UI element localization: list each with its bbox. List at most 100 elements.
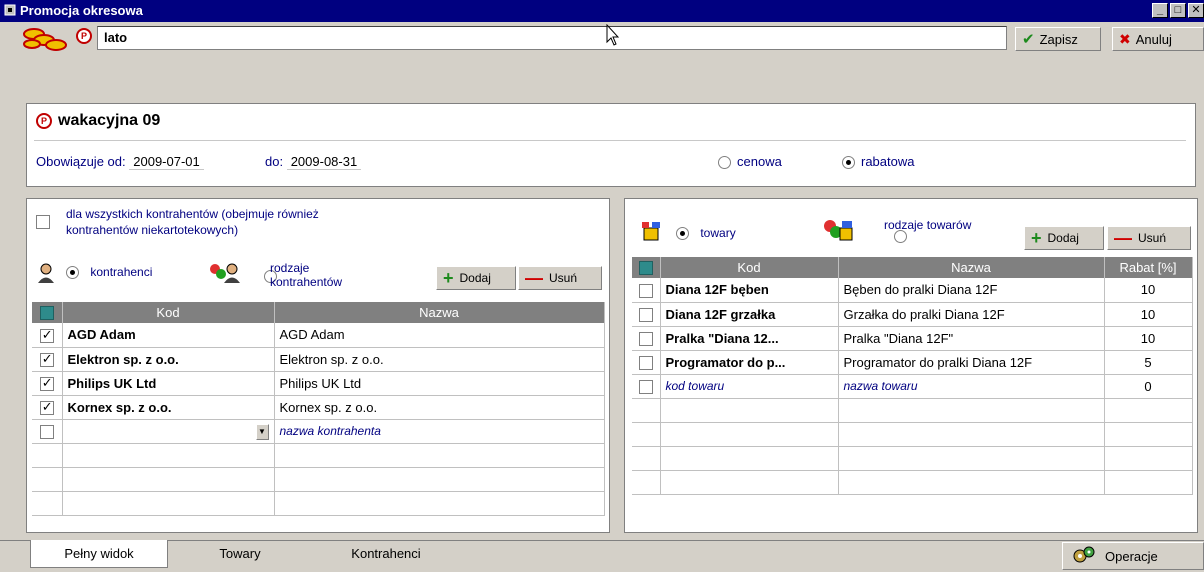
contractor-code: Kornex sp. z o.o. <box>62 395 275 420</box>
promotion-name-input[interactable]: lato <box>97 26 1007 50</box>
product-name-placeholder[interactable]: nazwa towaru <box>838 374 1105 399</box>
radio-discount[interactable]: rabatowa <box>842 154 914 170</box>
app-icon <box>4 4 16 16</box>
product-discount[interactable]: 10 <box>1104 326 1193 351</box>
product-discount[interactable]: 5 <box>1104 350 1193 375</box>
select-all-cell <box>32 302 63 323</box>
contractor-name: Elektron sp. z o.o. <box>274 347 605 372</box>
promotion-title: P wakacyjna 09 <box>36 112 160 130</box>
maximize-button[interactable]: □ <box>1170 3 1186 18</box>
contractor-code: Philips UK Ltd <box>62 371 275 396</box>
valid-to-field[interactable]: 2009-08-31 <box>286 154 362 170</box>
minimize-button[interactable]: _ <box>1152 3 1168 18</box>
operations-label: Operacje <box>1105 548 1158 564</box>
new-product-row[interactable]: kod towaru nazwa towaru 0 <box>632 374 1193 399</box>
radio-discount-circle[interactable] <box>842 156 855 170</box>
radio-goods[interactable]: towary <box>676 226 736 241</box>
save-button[interactable]: ✔ Zapisz <box>1015 27 1101 51</box>
row-checkbox[interactable] <box>39 399 54 415</box>
coins-icon <box>23 28 67 51</box>
product-discount-input[interactable]: 0 <box>1104 374 1193 399</box>
column-header-name[interactable]: Nazwa <box>838 257 1105 278</box>
product-discount[interactable]: 10 <box>1104 302 1193 327</box>
minus-icon: — <box>1114 228 1132 248</box>
radio-goods-circle[interactable] <box>676 227 689 241</box>
product-name: Bęben do pralki Diana 12F <box>838 278 1105 303</box>
contractor-code-combo[interactable]: ▼ <box>62 419 275 444</box>
row-checkbox[interactable] <box>638 331 653 346</box>
remove-contractor-button[interactable]: — Usuń <box>518 266 602 290</box>
product-name: Pralka "Diana 12F" <box>838 326 1105 351</box>
radio-price[interactable]: cenowa <box>718 154 782 170</box>
table-row[interactable]: Elektron sp. z o.o. Elektron sp. z o.o. <box>32 347 605 372</box>
add-product-button[interactable]: + Dodaj <box>1024 226 1104 250</box>
contractor-name-placeholder[interactable]: nazwa kontrahenta <box>274 419 605 444</box>
table-row[interactable]: Diana 12F bęben Bęben do pralki Diana 12… <box>632 278 1193 303</box>
promo-badge-icon: P <box>76 28 92 44</box>
row-checkbox[interactable] <box>638 283 653 298</box>
column-header-discount[interactable]: Rabat [%] <box>1104 257 1193 278</box>
contractor-types-icon <box>210 263 240 283</box>
tab-contractors-label: Kontrahenci <box>351 546 421 561</box>
row-checkbox[interactable] <box>39 375 54 391</box>
title-bar: Promocja okresowa _ □ ✕ <box>0 0 1204 22</box>
gears-icon <box>1073 546 1095 563</box>
plus-icon: + <box>1031 228 1042 248</box>
promo-badge-icon: P <box>36 113 52 129</box>
empty-row <box>632 446 1193 471</box>
row-checkbox[interactable] <box>39 351 54 367</box>
goods-types-icon <box>824 220 853 241</box>
tab-contractors[interactable]: Kontrahenci <box>336 540 436 568</box>
product-discount[interactable]: 10 <box>1104 278 1193 303</box>
contractors-table: Kod Nazwa AGD Adam AGD Adam Elektron sp.… <box>32 302 605 516</box>
valid-from-group: Obowiązuje od: 2009-07-01 <box>36 154 204 170</box>
all-contractors-checkbox[interactable] <box>36 214 50 229</box>
products-table: Kod Nazwa Rabat [%] Diana 12F bęben Bębe… <box>632 257 1193 495</box>
valid-from-field[interactable]: 2009-07-01 <box>129 154 204 170</box>
add-contractor-button[interactable]: + Dodaj <box>436 266 516 290</box>
row-checkbox[interactable] <box>638 355 653 370</box>
table-row[interactable]: AGD Adam AGD Adam <box>32 323 605 348</box>
select-all-checkbox[interactable] <box>638 261 653 276</box>
column-header-code[interactable]: Kod <box>660 257 839 278</box>
tab-goods-label: Towary <box>219 546 261 561</box>
new-contractor-row[interactable]: ▼ nazwa kontrahenta <box>32 419 605 444</box>
row-checkbox[interactable] <box>39 424 54 439</box>
product-name: Programator do pralki Diana 12F <box>838 350 1105 375</box>
product-code: Programator do p... <box>660 350 839 375</box>
row-checkbox[interactable] <box>39 327 54 343</box>
close-button[interactable]: ✕ <box>1188 3 1204 18</box>
row-checkbox[interactable] <box>638 307 653 322</box>
table-row[interactable]: Diana 12F grzałka Grzałka do pralki Dian… <box>632 302 1193 327</box>
contractor-code: AGD Adam <box>62 323 275 348</box>
tab-full-view[interactable]: Pełny widok <box>30 540 168 568</box>
column-header-code[interactable]: Kod <box>62 302 275 323</box>
select-all-checkbox[interactable] <box>39 306 54 321</box>
all-contractors-label: dla wszystkich kontrahentów (obejmuje ró… <box>66 207 319 237</box>
close-icon: ✖ <box>1119 30 1131 47</box>
plus-icon: + <box>443 268 454 288</box>
chevron-down-icon[interactable]: ▼ <box>255 424 269 440</box>
operations-button[interactable]: Operacje <box>1062 542 1204 570</box>
add-product-label: Dodaj <box>1047 231 1079 245</box>
table-row[interactable]: Kornex sp. z o.o. Kornex sp. z o.o. <box>32 395 605 420</box>
radio-goods-label: towary <box>700 226 736 240</box>
table-row[interactable]: Programator do p... Programator do pralk… <box>632 350 1193 375</box>
empty-row <box>632 398 1193 423</box>
cancel-button[interactable]: ✖ Anuluj <box>1112 27 1204 51</box>
radio-price-circle[interactable] <box>718 156 731 170</box>
table-row[interactable]: Philips UK Ltd Philips UK Ltd <box>32 371 605 396</box>
table-row[interactable]: Pralka "Diana 12... Pralka "Diana 12F" 1… <box>632 326 1193 351</box>
radio-contractors[interactable]: kontrahenci <box>66 265 152 280</box>
valid-to-label: do: <box>265 154 284 169</box>
goods-icon <box>642 222 660 241</box>
tab-goods[interactable]: Towary <box>200 540 280 568</box>
column-header-name[interactable]: Nazwa <box>274 302 605 323</box>
tab-full-view-label: Pełny widok <box>64 546 134 561</box>
save-label: Zapisz <box>1039 31 1078 47</box>
product-code-placeholder[interactable]: kod towaru <box>660 374 839 399</box>
product-code: Diana 12F grzałka <box>660 302 839 327</box>
row-checkbox[interactable] <box>638 379 653 394</box>
radio-contractors-circle[interactable] <box>66 266 79 280</box>
remove-product-button[interactable]: — Usuń <box>1107 226 1191 250</box>
